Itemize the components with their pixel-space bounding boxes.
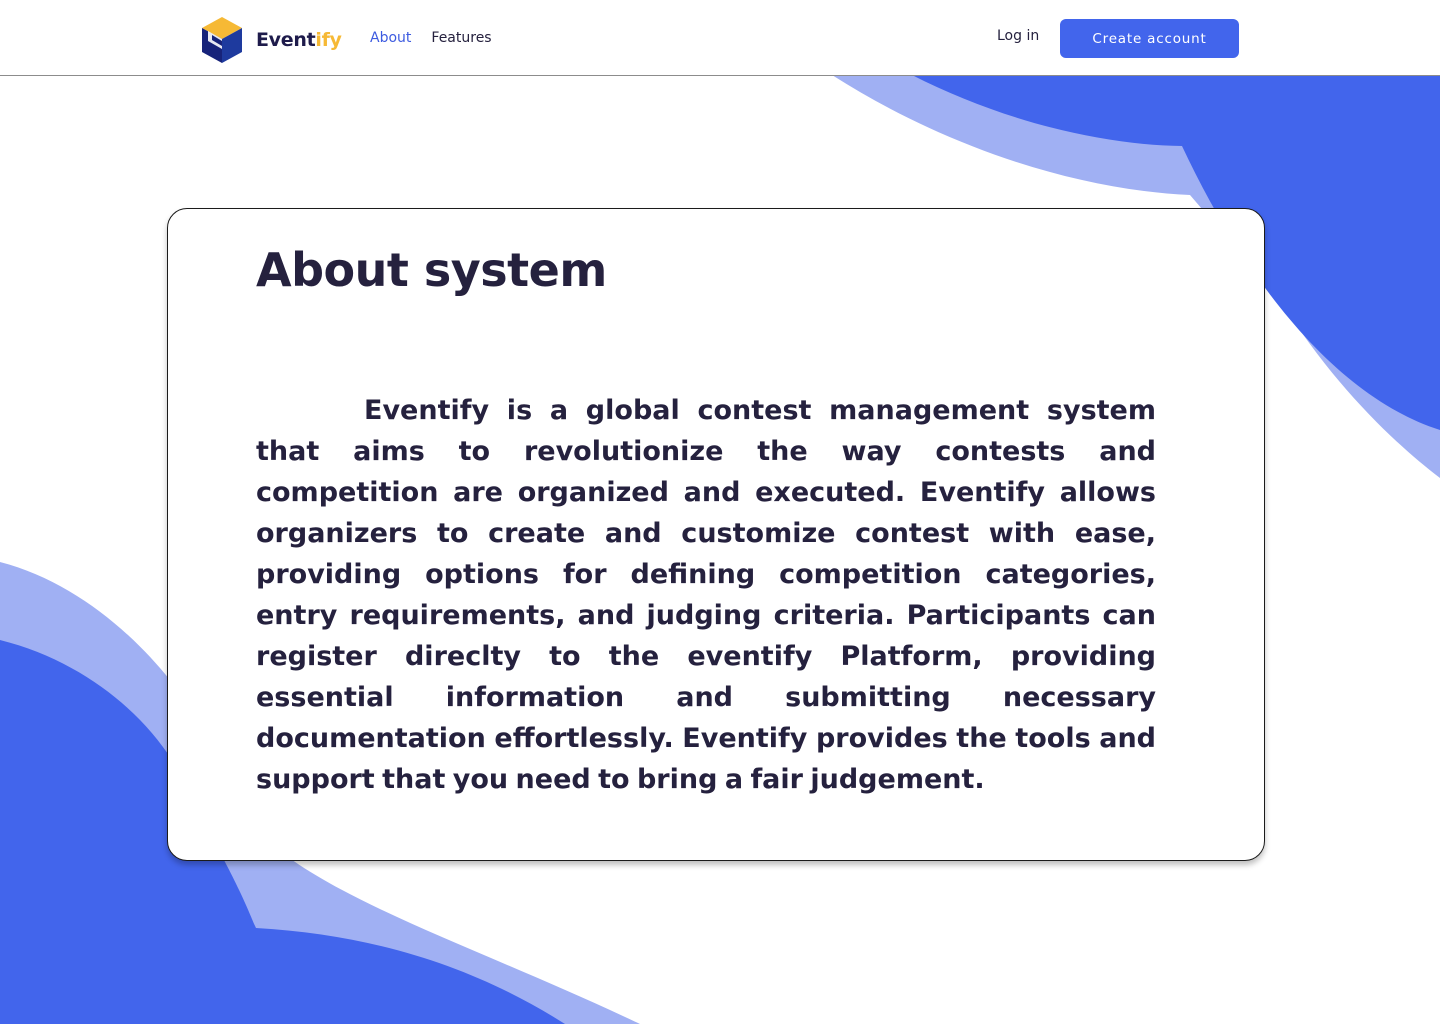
create-account-button[interactable]: Create account <box>1060 19 1239 58</box>
brand-home-link[interactable]: Eventify <box>200 15 342 65</box>
brand-name: Eventify <box>256 29 342 51</box>
about-page: Eventify About Features Log in Create ac… <box>0 0 1440 1024</box>
about-card: About system Eventify is a global contes… <box>167 208 1265 861</box>
login-link[interactable]: Log in <box>997 28 1039 44</box>
main-nav: About Features <box>370 30 492 46</box>
brand-name-accent: ify <box>315 29 342 51</box>
cube-logo-icon <box>202 17 242 63</box>
about-description: Eventify is a global contest management … <box>256 395 1156 795</box>
page-title: About system <box>256 243 607 297</box>
brand-name-main: Event <box>256 29 316 51</box>
nav-link-features[interactable]: Features <box>431 30 491 46</box>
nav-link-about[interactable]: About <box>370 30 411 46</box>
top-navbar: Eventify About Features Log in Create ac… <box>0 0 1440 76</box>
